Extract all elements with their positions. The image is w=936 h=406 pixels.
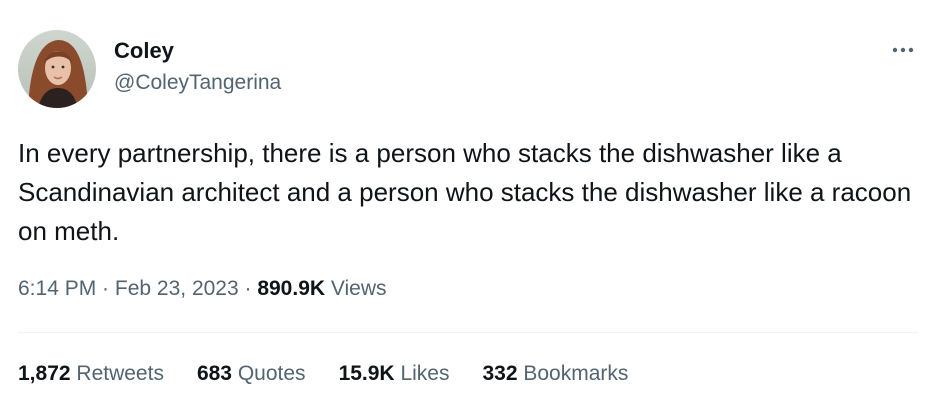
- tweet-header: Coley @ColeyTangerina: [18, 30, 281, 108]
- tweet-time[interactable]: 6:14 PM: [18, 277, 96, 300]
- more-horizontal-icon: [892, 47, 914, 53]
- divider: [18, 332, 918, 333]
- bookmarks-stat[interactable]: 332 Bookmarks: [482, 359, 628, 389]
- more-options-button[interactable]: [888, 38, 918, 62]
- quotes-label: Quotes: [237, 362, 306, 385]
- quotes-stat[interactable]: 683 Quotes: [197, 359, 306, 389]
- views-count: 890.9K: [257, 277, 326, 300]
- likes-count: 15.9K: [338, 362, 395, 385]
- bookmarks-count: 332: [482, 362, 518, 385]
- author-names: Coley @ColeyTangerina: [114, 37, 281, 97]
- author-display-name[interactable]: Coley: [114, 37, 281, 65]
- bookmarks-label: Bookmarks: [523, 362, 629, 385]
- tweet-meta: 6:14 PM · Feb 23, 2023 · 890.9K Views: [18, 274, 387, 304]
- likes-stat[interactable]: 15.9K Likes: [339, 359, 450, 389]
- views-label: Views: [330, 277, 387, 300]
- tweet-card: Coley @ColeyTangerina In every partnersh…: [0, 0, 936, 406]
- likes-label: Likes: [400, 362, 450, 385]
- author-handle[interactable]: @ColeyTangerina: [114, 69, 281, 97]
- engagement-stats: 1,872 Retweets 683 Quotes 15.9K Likes 33…: [18, 359, 661, 389]
- tweet-date[interactable]: Feb 23, 2023: [115, 277, 239, 300]
- meta-separator: ·: [96, 277, 115, 300]
- retweets-stat[interactable]: 1,872 Retweets: [18, 359, 164, 389]
- meta-separator: ·: [238, 277, 258, 300]
- avatar[interactable]: [18, 30, 96, 108]
- quotes-count: 683: [196, 362, 232, 385]
- tweet-text: In every partnership, there is a person …: [18, 138, 912, 246]
- retweets-label: Retweets: [76, 362, 164, 385]
- retweets-count: 1,872: [18, 362, 71, 385]
